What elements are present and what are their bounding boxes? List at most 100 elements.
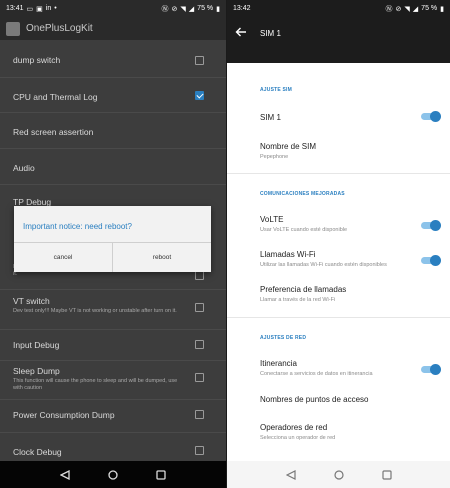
item-description: This function will cause the phone to sl… (13, 378, 178, 391)
item-label: Sleep Dump (13, 366, 60, 376)
nav-recents-icon[interactable] (156, 469, 166, 480)
divider (0, 148, 226, 149)
item-label: Red screen assertion (13, 127, 94, 137)
nav-back-icon[interactable] (60, 469, 70, 480)
left-screenshot: 13:41 ▭ ▣ in • Ⓝ ⊘ ◥ ◢ 75 % ▮ OnePlusLog… (0, 0, 226, 488)
status-time: 13:41 (6, 5, 24, 12)
list-item-power-dump[interactable]: Power Consumption Dump (0, 410, 226, 420)
setting-summary: Selecciona un operador de red (260, 435, 336, 441)
item-label: CPU and Thermal Log (13, 92, 98, 102)
item-label: dump switch (13, 55, 61, 65)
toggle-volte[interactable] (421, 219, 441, 231)
list-item-sleep-dump[interactable]: Sleep Dump This function will cause the … (0, 366, 226, 391)
mute-icon: ⊘ (395, 5, 402, 13)
status-time: 13:42 (233, 5, 251, 12)
nav-recents-icon[interactable] (381, 469, 392, 480)
item-label: Clock Debug (13, 447, 62, 457)
right-screenshot: 13:42 Ⓝ ⊘ ◥ ◢ 75 % ▮ SIM 1 AJUSTE SIM SI… (227, 0, 450, 488)
list-item-cpu-thermal[interactable]: CPU and Thermal Log (0, 92, 226, 102)
list-item-dump-switch[interactable]: dump switch (0, 55, 226, 65)
divider (0, 77, 226, 78)
more-icon: • (54, 5, 57, 12)
setting-label: VoLTE (260, 215, 284, 224)
divider (0, 289, 226, 290)
checkbox-dump-switch[interactable] (195, 56, 204, 65)
checkbox-clock-debug[interactable] (195, 446, 204, 455)
setting-network-operators[interactable]: Operadores de red Selecciona un operador… (260, 423, 440, 441)
battery-level: 75 % (197, 5, 214, 12)
divider (0, 432, 226, 433)
wifi-icon: ◥ (180, 5, 186, 13)
setting-label: SIM 1 (260, 113, 281, 122)
navigation-bar (0, 461, 226, 488)
linkedin-icon: in (45, 5, 52, 12)
item-description: Dev test only!!! Maybe VT is not working… (13, 308, 177, 314)
setting-label: Preferencia de llamadas (260, 285, 347, 294)
setting-roaming[interactable]: Itinerancia Conectarse a servicios de da… (260, 359, 440, 377)
item-label: VT switch (13, 296, 50, 306)
setting-label: Itinerancia (260, 359, 297, 368)
section-header-comms: COMUNICACIONES MEJORADAS (260, 191, 345, 197)
mute-icon: ⊘ (171, 5, 178, 13)
message-icon: ▭ (26, 5, 34, 13)
toggle-wifi-calling[interactable] (421, 254, 441, 266)
checkbox-cpu-thermal[interactable] (195, 91, 204, 100)
setting-summary: Conectarse a servicios de datos en itine… (260, 371, 373, 377)
dialog-message: Important notice: need reboot? (23, 222, 132, 231)
status-bar: 13:41 ▭ ▣ in • Ⓝ ⊘ ◥ ◢ 75 % ▮ (0, 0, 226, 17)
toggle-sim1[interactable] (421, 110, 441, 122)
setting-label: Nombre de SIM (260, 142, 317, 151)
setting-sim-name[interactable]: Nombre de SIM Pepephone (260, 142, 440, 160)
nav-back-icon[interactable] (285, 469, 296, 480)
section-header-sim: AJUSTE SIM (260, 87, 293, 93)
battery-icon: ▮ (216, 5, 220, 13)
reboot-dialog: Important notice: need reboot? cancel re… (14, 206, 211, 272)
divider (227, 317, 450, 318)
nav-home-icon[interactable] (108, 469, 118, 480)
image-icon: ▣ (36, 5, 43, 13)
checkbox-vt-switch[interactable] (195, 303, 204, 312)
setting-sim1[interactable]: SIM 1 (260, 113, 440, 122)
nfc-icon: Ⓝ (161, 5, 169, 13)
app-bar: OnePlusLogKit (0, 17, 226, 40)
nfc-icon: Ⓝ (385, 5, 393, 13)
list-item-input-debug[interactable]: Input Debug (0, 340, 226, 350)
checkbox-power-dump[interactable] (195, 410, 204, 419)
app-bar: 13:42 Ⓝ ⊘ ◥ ◢ 75 % ▮ SIM 1 (227, 0, 450, 63)
cancel-button[interactable]: cancel (14, 243, 113, 272)
setting-volte[interactable]: VoLTE Usar VoLTE cuando esté disponible (260, 215, 440, 233)
item-label: Input Debug (13, 340, 60, 350)
setting-label: Llamadas Wi-Fi (260, 250, 316, 259)
list-item-audio[interactable]: Audio (0, 163, 226, 173)
divider (0, 184, 226, 185)
setting-summary: Usar VoLTE cuando esté disponible (260, 227, 348, 233)
page-title: SIM 1 (260, 29, 281, 38)
setting-summary: Utilizar las llamadas Wi-Fi cuando estén… (260, 262, 387, 268)
checkbox-vowifi[interactable] (195, 271, 204, 280)
setting-call-preference[interactable]: Preferencia de llamadas Llamar a través … (260, 285, 440, 303)
item-label: Audio (13, 163, 35, 173)
signal-icon: ◢ (412, 5, 419, 13)
back-arrow-icon[interactable] (235, 27, 247, 37)
list-item-clock-debug[interactable]: Clock Debug (0, 447, 226, 457)
wifi-icon: ◥ (404, 5, 410, 13)
reboot-button[interactable]: reboot (113, 243, 211, 272)
battery-level: 75 % (421, 5, 438, 12)
setting-label: Operadores de red (260, 423, 328, 432)
list-item-red-screen[interactable]: Red screen assertion (0, 127, 226, 137)
item-label: Power Consumption Dump (13, 410, 115, 420)
app-icon (6, 21, 20, 36)
battery-icon: ▮ (440, 5, 444, 13)
setting-apn[interactable]: Nombres de puntos de acceso (260, 395, 440, 404)
setting-summary: Pepephone (260, 154, 289, 160)
section-header-network: AJUSTES DE RED (260, 335, 307, 341)
setting-wifi-calling[interactable]: Llamadas Wi-Fi Utilizar las llamadas Wi-… (260, 250, 440, 268)
divider (227, 173, 450, 174)
list-item-vt-switch[interactable]: VT switch Dev test only!!! Maybe VT is n… (0, 296, 226, 315)
checkbox-sleep-dump[interactable] (195, 373, 204, 382)
checkbox-input-debug[interactable] (195, 340, 204, 349)
toggle-roaming[interactable] (421, 363, 441, 375)
nav-home-icon[interactable] (333, 469, 344, 480)
status-bar: 13:42 Ⓝ ⊘ ◥ ◢ 75 % ▮ (227, 0, 450, 17)
divider (0, 112, 226, 113)
